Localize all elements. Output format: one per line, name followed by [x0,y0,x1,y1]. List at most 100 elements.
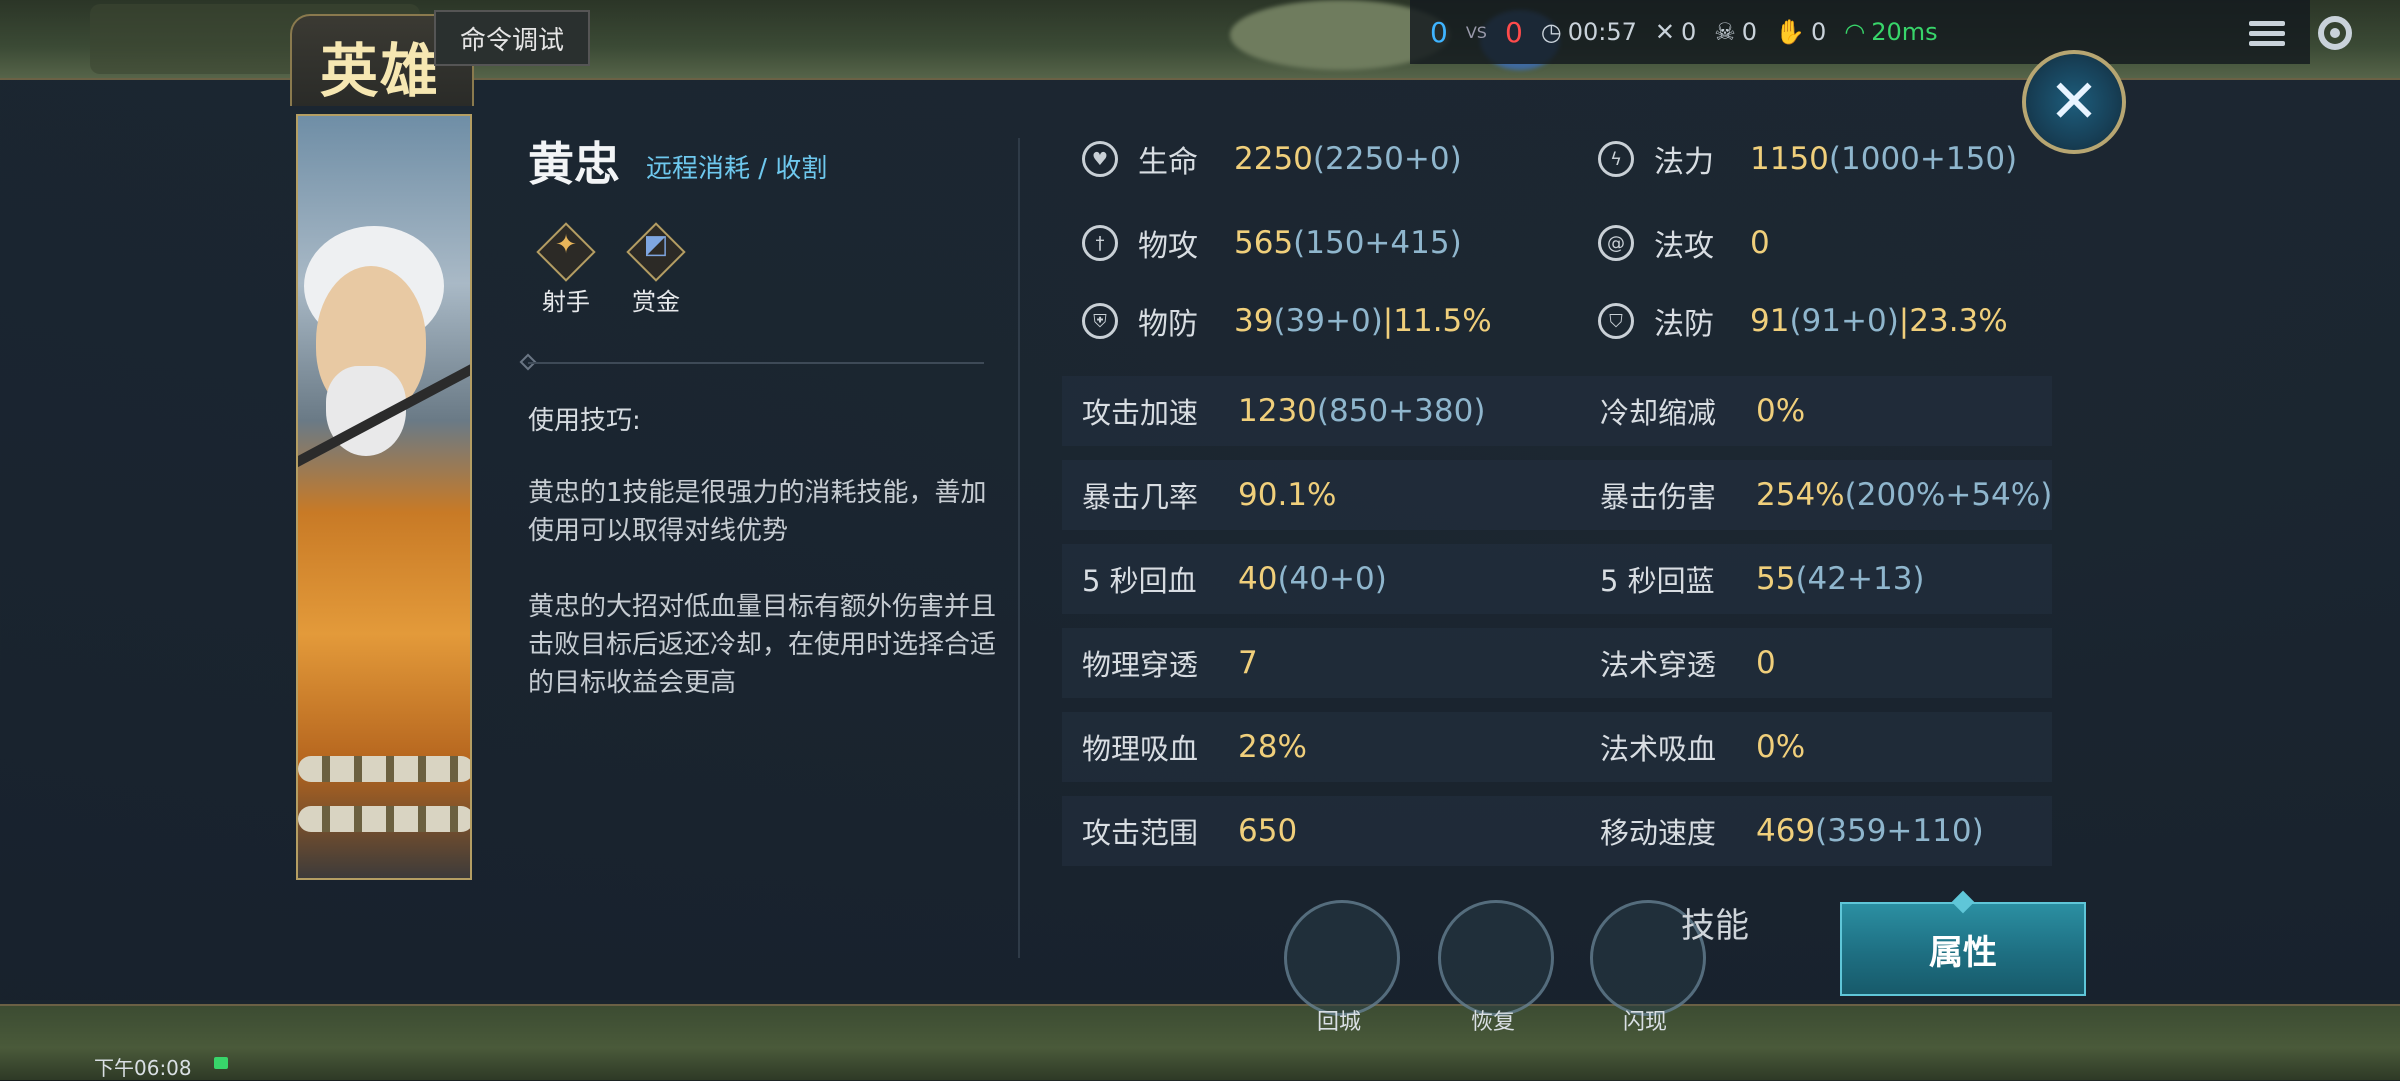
marksman-icon: ✦ [555,230,577,260]
sword-icon: † [1082,225,1118,261]
stat-value: 0% [1756,393,1806,429]
stat-detail: (39+0) [1273,303,1383,339]
recall-button[interactable] [1284,900,1400,1016]
stat-label: 攻击加速 [1082,396,1199,430]
stat-label: 法攻 [1654,229,1714,264]
wifi-icon: ◠ [1844,18,1866,46]
top-hud: 0 VS 0 ◷ 00:57 ✕ 0 ☠ 0 ✋ 0 ◠ 20ms [1410,0,2310,64]
hero-portrait [296,114,472,880]
hero-name: 黄忠 [528,137,620,191]
red-team-score: 0 [1504,15,1523,49]
stat-percent: |11.5% [1382,303,1492,339]
deaths-icon: ☠ [1714,18,1736,46]
stat-value: 2250 [1234,141,1313,177]
stat-value: 0% [1756,729,1806,765]
stat-detail: (850+380) [1316,393,1486,429]
badge-label-marksman: 射手 [542,288,590,316]
stat-value: 0 [1756,645,1776,681]
stat-value: 28% [1238,729,1307,765]
stat-label: 法力 [1654,145,1714,180]
stat-magic-defense: ⛉ 法防 91(91+0)|23.3% [1598,296,2008,346]
stat-value: 90.1% [1238,477,1337,513]
stat-hp: ♥ 生命 2250(2250+0) [1082,134,1462,184]
stat-detail: (1000+150) [1828,141,2018,177]
tab-skills[interactable]: 技能 [1650,880,1780,964]
stat-label: 物防 [1138,307,1198,342]
stat-value: 0 [1750,225,1770,261]
stat-detail: (40+0) [1277,561,1387,597]
stat-label: 法术穿透 [1600,648,1717,682]
vertical-divider [1018,138,1020,958]
ping: ◠ 20ms [1844,18,1937,46]
stat-value: 40 [1238,561,1278,597]
mana-icon: ϟ [1598,141,1634,177]
menu-list-icon[interactable] [2242,8,2292,58]
stat-value: 469 [1756,813,1816,849]
portrait-coil [298,756,470,782]
stat-move-speed: 移动速度 469(359+110) [1600,796,1984,866]
recover-button[interactable] [1438,900,1554,1016]
stat-label: 物理穿透 [1082,648,1199,682]
stat-value: 650 [1238,813,1298,849]
stat-percent: |23.3% [1898,303,2008,339]
stat-value: 91 [1750,303,1790,339]
stat-value: 565 [1234,225,1294,261]
tip-text: 黄忠的1技能是很强力的消耗技能，善加使用可以取得对线优势 [528,478,987,546]
stat-value: 254% [1756,477,1845,513]
stat-detail: (91+0) [1789,303,1899,339]
stat-detail: (150+415) [1293,225,1462,261]
stat-detail: (359+110) [1815,813,1984,849]
stat-magic-attack: @ 法攻 0 [1598,218,1770,268]
blue-team-score: 0 [1430,15,1448,49]
stat-label: 冷却缩减 [1600,396,1717,430]
stat-attack-speed: 攻击加速 1230(850+380) [1082,376,1485,446]
bottom-scene-strip [0,1000,2400,1080]
hero-role: 远程消耗 / 收割 [646,154,828,184]
flash-label: 闪现 [1622,1010,1667,1035]
tab-attributes[interactable]: 属性 [1840,902,2086,996]
tips-title: 使用技巧: [528,406,641,436]
stat-physical-lifesteal: 物理吸血 28% [1082,712,1307,782]
stat-value: 39 [1234,303,1274,339]
stat-physical-attack: † 物攻 565(150+415) [1082,218,1462,268]
deaths-value: 0 [1741,18,1758,46]
assists-value: 0 [1810,18,1827,46]
magic-shield-icon: ⛉ [1598,303,1634,339]
stat-label: 攻击范围 [1082,816,1199,850]
command-debug-tab[interactable]: 命令调试 [434,10,591,66]
close-icon: ✕ [2048,67,2100,137]
timer: ◷ 00:57 [1541,18,1637,46]
stat-label: 物理吸血 [1082,732,1199,766]
bounty-icon: ◩ [643,230,669,260]
stat-value: 1230 [1238,393,1317,429]
tip-text: 黄忠的大招对低血量目标有额外伤害并且击败目标后返还冷却，在使用时选择合适的目标收… [528,592,997,698]
marksman-badge: ✦ [536,222,596,282]
stat-hp-regen: 5 秒回血 40(40+0) [1082,544,1387,614]
stat-label: 移动速度 [1600,816,1717,850]
stat-mana: ϟ 法力 1150(1000+150) [1598,134,2017,184]
kills-icon: ✕ [1654,18,1675,46]
magic-swirl-icon: @ [1598,225,1634,261]
shield-icon: ⛨ [1082,303,1118,339]
stat-label: 暴击几率 [1082,480,1199,514]
battery-icon [214,1057,228,1069]
kills-value: 0 [1681,18,1697,46]
ping-value: 20ms [1871,18,1938,46]
bounty-badge: ◩ [626,222,686,282]
stat-detail: (42+13) [1795,561,1925,597]
deaths: ☠ 0 [1714,18,1757,46]
gear-icon[interactable] [2310,8,2360,58]
recall-label: 回城 [1316,1010,1361,1035]
recover-label: 恢复 [1470,1010,1515,1035]
stat-mana-regen: 5 秒回蓝 55(42+13) [1600,544,1925,614]
stat-label: 物攻 [1138,229,1198,264]
close-button[interactable]: ✕ [2022,50,2126,154]
stat-value: 55 [1756,561,1796,597]
system-clock: 下午06:08 [94,1056,192,1080]
kills: ✕ 0 [1655,18,1696,46]
info-divider [528,362,984,364]
stat-label: 5 秒回血 [1082,564,1197,598]
stat-magic-lifesteal: 法术吸血 0% [1600,712,1805,782]
stat-value: 1150 [1750,141,1829,177]
panel-title: 英雄 [320,37,441,105]
